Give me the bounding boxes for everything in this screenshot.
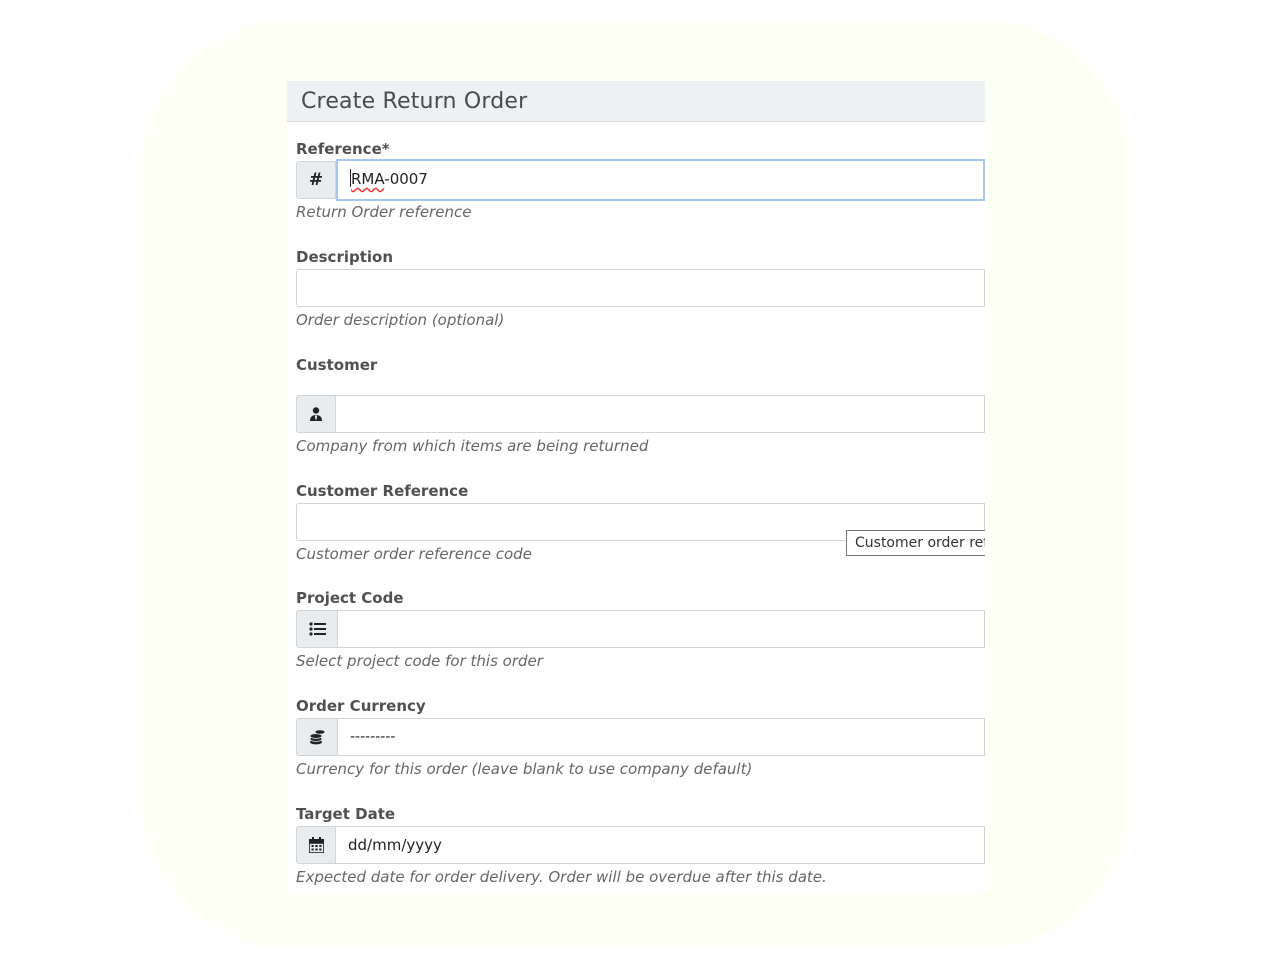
customer-reference-input-group (296, 503, 985, 541)
reference-label: Reference* (296, 140, 390, 158)
target-date-input-group: dd/mm/yyyy (296, 826, 985, 864)
customer-label: Customer (296, 356, 378, 374)
order-currency-help: Currency for this order (leave blank to … (296, 760, 753, 778)
project-code-label: Project Code (296, 589, 404, 607)
target-date-help: Expected date for order delivery. Order … (296, 868, 827, 886)
create-return-order-dialog: Create Return Order Reference* # RMA-000… (287, 81, 985, 892)
description-input-group (296, 269, 985, 307)
customer-reference-input[interactable] (296, 503, 985, 541)
project-code-input-group (296, 610, 985, 648)
order-currency-input-group: --------- (296, 718, 985, 756)
reference-help: Return Order reference (296, 203, 472, 221)
customer-input-group (296, 395, 985, 433)
description-label: Description (296, 248, 394, 266)
dialog-header: Create Return Order (287, 81, 985, 122)
customer-reference-label: Customer Reference (296, 482, 469, 500)
description-input[interactable] (296, 269, 985, 307)
hash-icon: # (296, 161, 336, 199)
customer-reference-help: Customer order reference code (296, 545, 532, 563)
reference-input[interactable]: RMA-0007 (336, 159, 985, 201)
calendar-icon (296, 826, 336, 864)
user-tie-icon (296, 395, 336, 433)
reference-input-group: # RMA-0007 (296, 159, 985, 201)
project-code-help: Select project code for this order (296, 652, 543, 670)
target-date-input[interactable]: dd/mm/yyyy (336, 826, 985, 864)
reference-value-spellchecked: RMA (351, 170, 385, 188)
order-currency-label: Order Currency (296, 697, 426, 715)
project-code-select[interactable] (338, 610, 985, 648)
dialog-title: Create Return Order (301, 88, 528, 114)
reference-value-number: -0007 (384, 170, 428, 188)
list-icon (296, 610, 338, 648)
customer-help: Company from which items are being retur… (296, 437, 649, 455)
coins-icon (296, 718, 338, 756)
order-currency-select[interactable]: --------- (338, 718, 985, 756)
target-date-label: Target Date (296, 805, 396, 823)
description-help: Order description (optional) (296, 311, 505, 329)
customer-select[interactable] (336, 395, 985, 433)
